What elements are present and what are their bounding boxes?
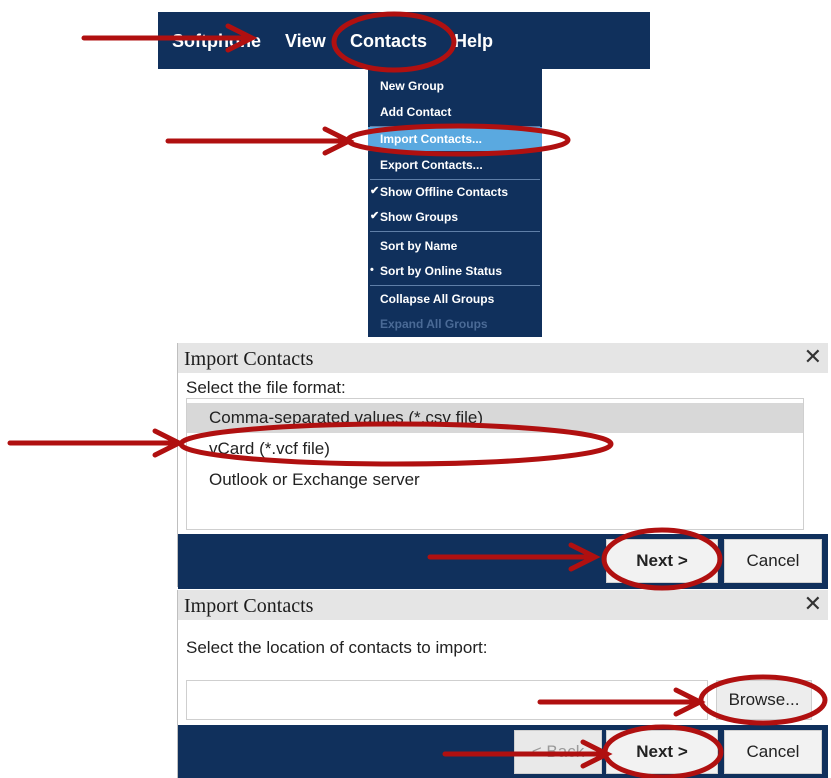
menu-item-label: Expand All Groups <box>380 317 488 331</box>
menu-item-label: Show Offline Contacts <box>380 185 509 199</box>
dialog-title: Import Contacts <box>184 595 314 617</box>
import-contacts-location-dialog: Import Contacts ✕ Select the location of… <box>177 590 828 778</box>
menu-item-import-contacts[interactable]: Import Contacts... <box>368 127 542 151</box>
dialog-button-bar: Next > Cancel <box>178 534 828 589</box>
menu-item-sort-by-online-status[interactable]: • Sort by Online Status <box>368 258 542 284</box>
annotation-arrowhead <box>322 126 355 156</box>
dialog-title: Import Contacts <box>184 348 314 370</box>
menu-item-label: Sort by Name <box>380 239 458 253</box>
browse-button[interactable]: Browse... <box>716 680 812 720</box>
option-label: vCard (*.vcf file) <box>209 439 330 458</box>
menu-item-show-offline-contacts[interactable]: ✔ Show Offline Contacts <box>368 179 542 205</box>
menu-item-expand-all-groups: Expand All Groups <box>368 311 542 337</box>
close-icon[interactable]: ✕ <box>804 344 822 370</box>
file-format-list[interactable]: Comma-separated values (*.csv file) vCar… <box>186 398 804 530</box>
contacts-menu: New Group Add Contact Import Contacts...… <box>368 69 542 337</box>
menu-item-label: Collapse All Groups <box>380 292 495 306</box>
option-outlook-exchange[interactable]: Outlook or Exchange server <box>187 465 803 495</box>
dialog-button-bar: < Back Next > Cancel <box>178 725 828 778</box>
location-prompt: Select the location of contacts to impor… <box>186 638 488 657</box>
next-button[interactable]: Next > <box>606 539 718 583</box>
cancel-button[interactable]: Cancel <box>724 539 822 583</box>
back-button: < Back <box>514 730 602 774</box>
menu-bar: Softphone View Contacts Help <box>158 12 650 69</box>
menu-item-label: Show Groups <box>380 210 458 224</box>
menu-view[interactable]: View <box>285 30 326 52</box>
menu-contacts[interactable]: Contacts <box>350 30 427 52</box>
close-icon[interactable]: ✕ <box>804 591 822 617</box>
menu-item-new-group[interactable]: New Group <box>368 73 542 99</box>
option-csv[interactable]: Comma-separated values (*.csv file) <box>187 403 803 433</box>
menu-item-label: Export Contacts... <box>380 158 483 172</box>
file-format-prompt: Select the file format: <box>186 378 346 397</box>
dialog-titlebar: Import Contacts ✕ <box>178 590 828 620</box>
check-icon: ✔ <box>370 210 380 222</box>
check-icon: ✔ <box>370 185 380 197</box>
bullet-icon: • <box>370 264 374 276</box>
menu-item-collapse-all-groups[interactable]: Collapse All Groups <box>368 286 542 312</box>
menu-softphone[interactable]: Softphone <box>172 30 261 52</box>
menu-separator <box>370 231 540 232</box>
menu-item-label: Add Contact <box>380 105 452 119</box>
menu-item-add-contact[interactable]: Add Contact <box>368 99 542 125</box>
dialog-titlebar: Import Contacts ✕ <box>178 343 828 373</box>
menu-item-label: New Group <box>380 79 445 93</box>
menu-item-export-contacts[interactable]: Export Contacts... <box>368 152 542 178</box>
option-label: Comma-separated values (*.csv file) <box>209 408 483 427</box>
cancel-button[interactable]: Cancel <box>724 730 822 774</box>
location-path-field[interactable] <box>186 680 708 720</box>
menu-item-label: Sort by Online Status <box>380 264 503 278</box>
menu-item-label: Import Contacts... <box>380 132 483 146</box>
import-contacts-format-dialog: Import Contacts ✕ Select the file format… <box>177 343 828 589</box>
menu-help[interactable]: Help <box>454 30 493 52</box>
option-vcard[interactable]: vCard (*.vcf file) <box>187 434 803 464</box>
menu-item-sort-by-name[interactable]: Sort by Name <box>368 233 542 259</box>
menu-item-show-groups[interactable]: ✔ Show Groups <box>368 204 542 230</box>
option-label: Outlook or Exchange server <box>209 470 420 489</box>
next-button[interactable]: Next > <box>606 730 718 774</box>
annotation-arrowhead <box>152 428 185 458</box>
